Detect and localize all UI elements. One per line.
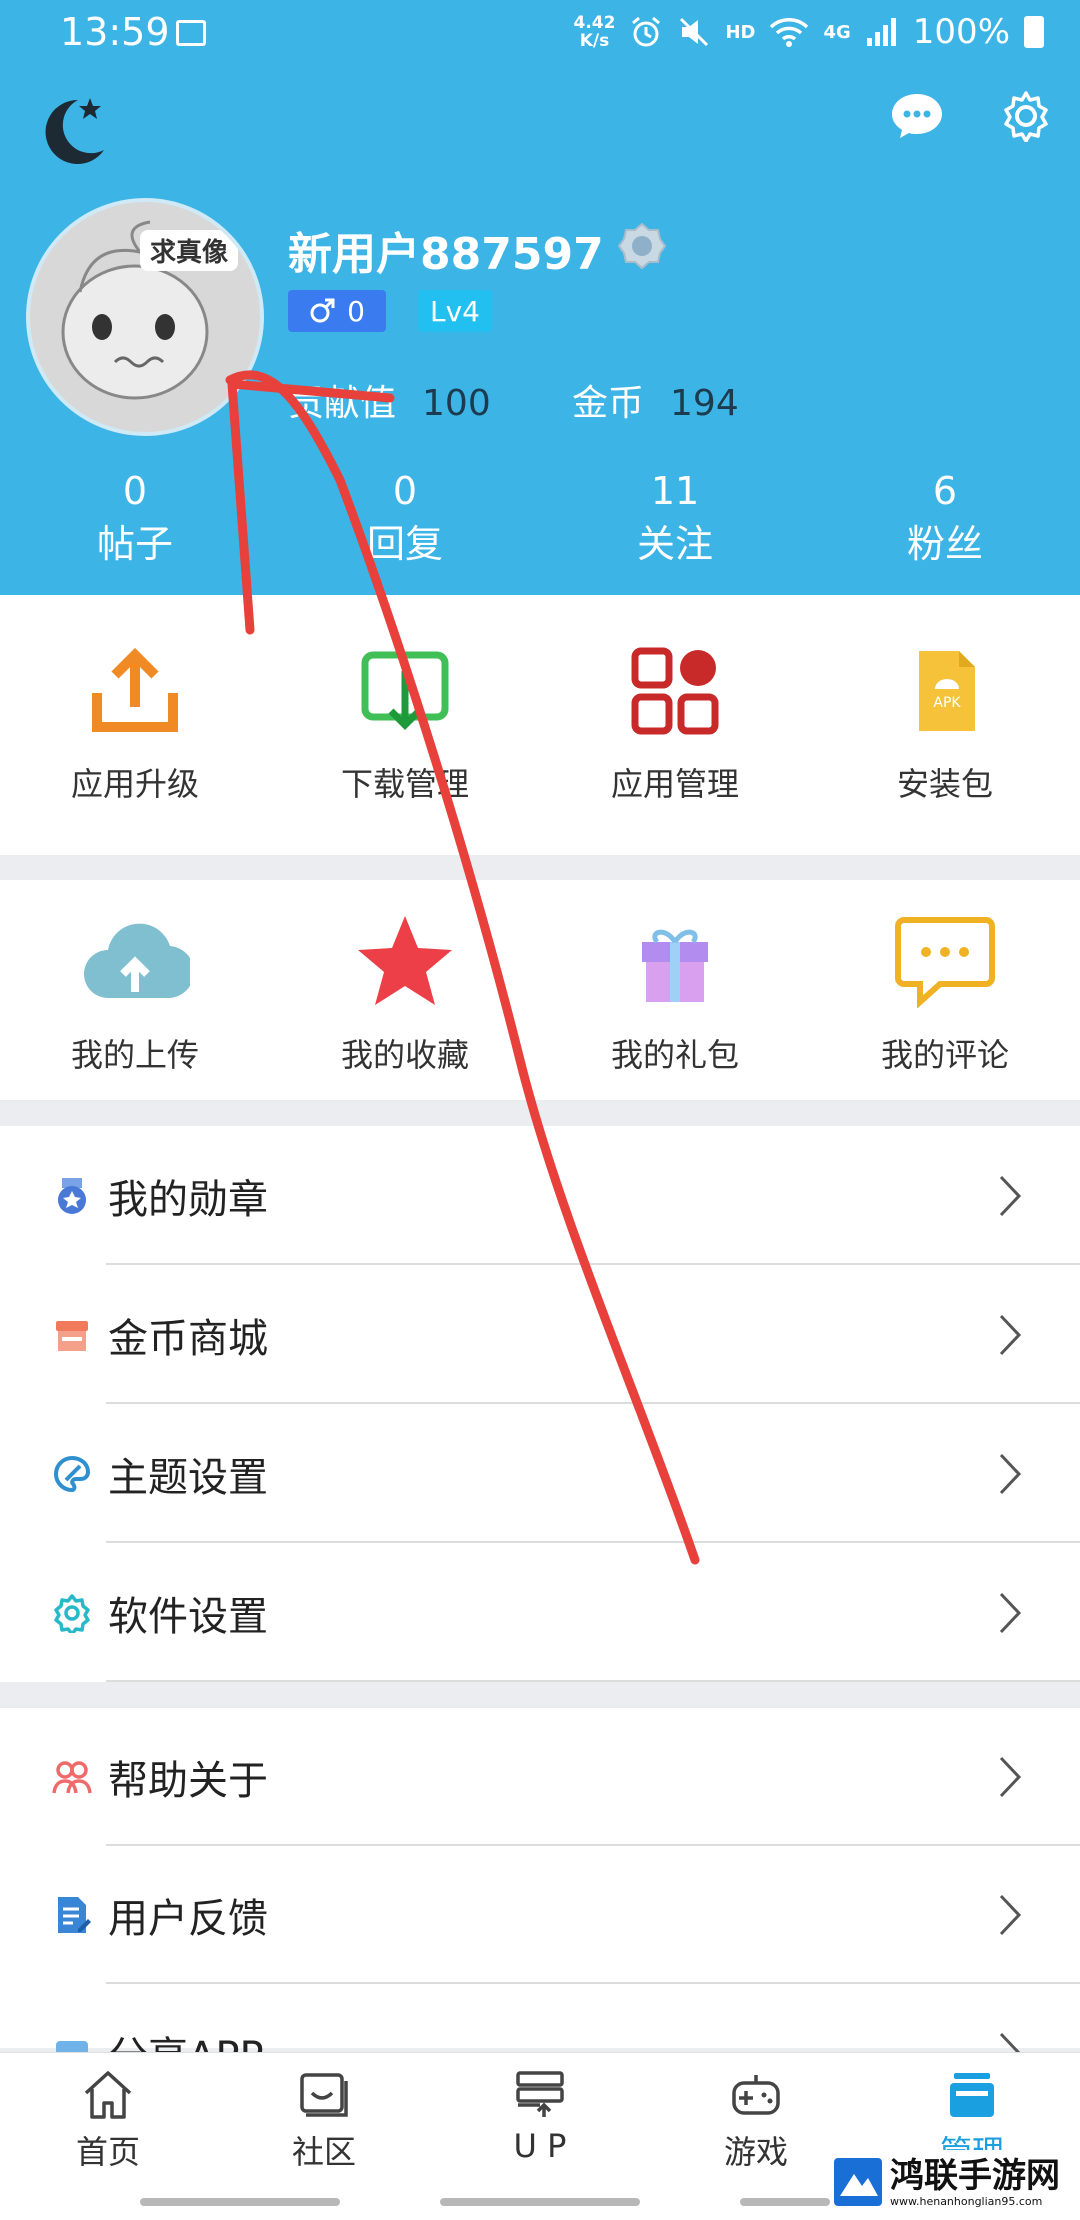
night-mode-icon[interactable] <box>30 92 110 172</box>
alarm-icon <box>632 16 661 47</box>
grid-item-my-comments[interactable]: 我的评论 <box>810 880 1080 1100</box>
nav-community[interactable]: 社区 <box>216 2053 432 2220</box>
count-replies[interactable]: 0 回复 <box>270 466 540 572</box>
settings-list-1: 我的勋章 金币商城 主题设置 软件设置 <box>0 1126 1080 1682</box>
wifi-icon <box>770 18 809 47</box>
list-item-software-settings[interactable]: 软件设置 <box>0 1543 1080 1682</box>
watermark: 鸿联手游网 www.henanhonglian95.com <box>832 2150 1072 2214</box>
manage-icon <box>950 2073 994 2117</box>
gift-icon <box>642 929 708 1002</box>
image-notification-icon <box>176 20 206 46</box>
battery-percent: 100% <box>912 12 1010 52</box>
network-speed: 4.42 K/s <box>573 13 616 51</box>
shop-icon <box>56 1320 88 1351</box>
count-following[interactable]: 11 关注 <box>540 466 810 572</box>
profile-header: 13:59 4.42 K/s HD 4G 100% 求真像 新用户887597 … <box>0 0 1080 595</box>
male-icon <box>310 298 335 323</box>
star-icon <box>358 916 452 1005</box>
vip-badge-icon[interactable] <box>618 222 666 270</box>
medal-icon <box>58 1177 86 1214</box>
list-item-coin-shop[interactable]: 金币商城 <box>0 1265 1080 1404</box>
chevron-right-icon <box>999 1175 1022 1216</box>
list-item-user-feedback[interactable]: 用户反馈 <box>0 1846 1080 1984</box>
watermark-logo-icon <box>834 2158 882 2206</box>
personal-grid: 我的上传 我的收藏 我的礼包 我的评论 <box>0 880 1080 1100</box>
comment-icon <box>895 917 995 1008</box>
mute-icon <box>680 17 709 47</box>
nav-up[interactable]: U P <box>432 2053 648 2220</box>
nav-home[interactable]: 首页 <box>0 2053 216 2220</box>
status-bar: 13:59 4.42 K/s HD 4G 100% <box>0 0 1080 70</box>
count-posts[interactable]: 0 帖子 <box>0 466 270 572</box>
community-icon <box>300 2073 348 2117</box>
contribution-value: 100 <box>422 383 491 424</box>
list-item-my-medals[interactable]: 我的勋章 <box>0 1126 1080 1265</box>
count-fans[interactable]: 6 粉丝 <box>810 466 1080 572</box>
cloud-upload-icon <box>84 923 190 999</box>
up-icon <box>516 2071 564 2117</box>
coins-label: 金币 <box>572 383 645 424</box>
chevron-right-icon <box>999 1453 1022 1494</box>
settings-list-2: 帮助关于 用户反馈 分享APP <box>0 1708 1080 2080</box>
gesture-bar <box>140 2198 340 2206</box>
grid-item-my-favorites[interactable]: 我的收藏 <box>270 880 540 1100</box>
grid-item-download-manager[interactable]: 下载管理 <box>270 595 540 855</box>
grid-item-my-uploads[interactable]: 我的上传 <box>0 880 270 1100</box>
message-icon[interactable] <box>890 92 944 140</box>
settings-icon <box>54 1593 90 1633</box>
divider <box>106 1680 1080 1682</box>
avatar-tag: 求真像 <box>140 230 239 271</box>
gamepad-icon <box>732 2075 780 2115</box>
list-item-theme-settings[interactable]: 主题设置 <box>0 1404 1080 1543</box>
apk-icon: APK <box>919 651 975 731</box>
network-type: 4G <box>823 21 851 43</box>
list-item-help-about[interactable]: 帮助关于 <box>0 1708 1080 1846</box>
app-tools-grid: 应用升级 下载管理 应用管理 APK 安装包 <box>0 595 1080 855</box>
help-icon <box>52 1761 92 1794</box>
settings-gear-icon[interactable] <box>1000 90 1052 142</box>
status-time: 13:59 <box>60 10 170 54</box>
chevron-right-icon <box>999 1756 1022 1798</box>
watermark-url: www.henanhonglian95.com <box>890 2194 1043 2208</box>
grid-item-app-upgrade[interactable]: 应用升级 <box>0 595 270 855</box>
profile-counts: 0 帖子 0 回复 11 关注 6 粉丝 <box>0 466 1080 572</box>
download-icon <box>361 651 449 730</box>
gesture-bar <box>440 2198 640 2206</box>
home-icon <box>84 2071 132 2119</box>
gesture-bar <box>740 2198 830 2206</box>
grid-item-apk[interactable]: APK 安装包 <box>810 595 1080 855</box>
gender-tag: 0 <box>288 290 386 332</box>
palette-icon <box>54 1455 91 1492</box>
coins-stat: 金币 194 <box>572 374 739 426</box>
feedback-icon <box>58 1897 91 1933</box>
contribution-label: 贡献值 <box>288 383 397 424</box>
battery-icon <box>1024 16 1044 48</box>
apps-icon <box>631 647 719 735</box>
signal-icon <box>866 18 896 46</box>
coins-value: 194 <box>670 383 739 424</box>
level-text: Lv4 <box>430 294 480 328</box>
username: 新用户887597 <box>288 229 604 280</box>
chevron-right-icon <box>999 1592 1022 1633</box>
chevron-right-icon <box>999 1314 1022 1355</box>
hd-indicator: HD <box>725 21 756 43</box>
watermark-title: 鸿联手游网 <box>890 2155 1060 2196</box>
contribution-stat: 贡献值 100 <box>288 374 491 426</box>
upload-icon <box>92 647 178 732</box>
chevron-right-icon <box>999 1894 1022 1936</box>
avatar[interactable]: 求真像 <box>26 198 264 436</box>
grid-item-my-gifts[interactable]: 我的礼包 <box>540 880 810 1100</box>
grid-item-app-manager[interactable]: 应用管理 <box>540 595 810 855</box>
level-tag: Lv4 <box>418 290 492 332</box>
svg-text:APK: APK <box>933 695 961 711</box>
gender-value: 0 <box>347 294 365 328</box>
